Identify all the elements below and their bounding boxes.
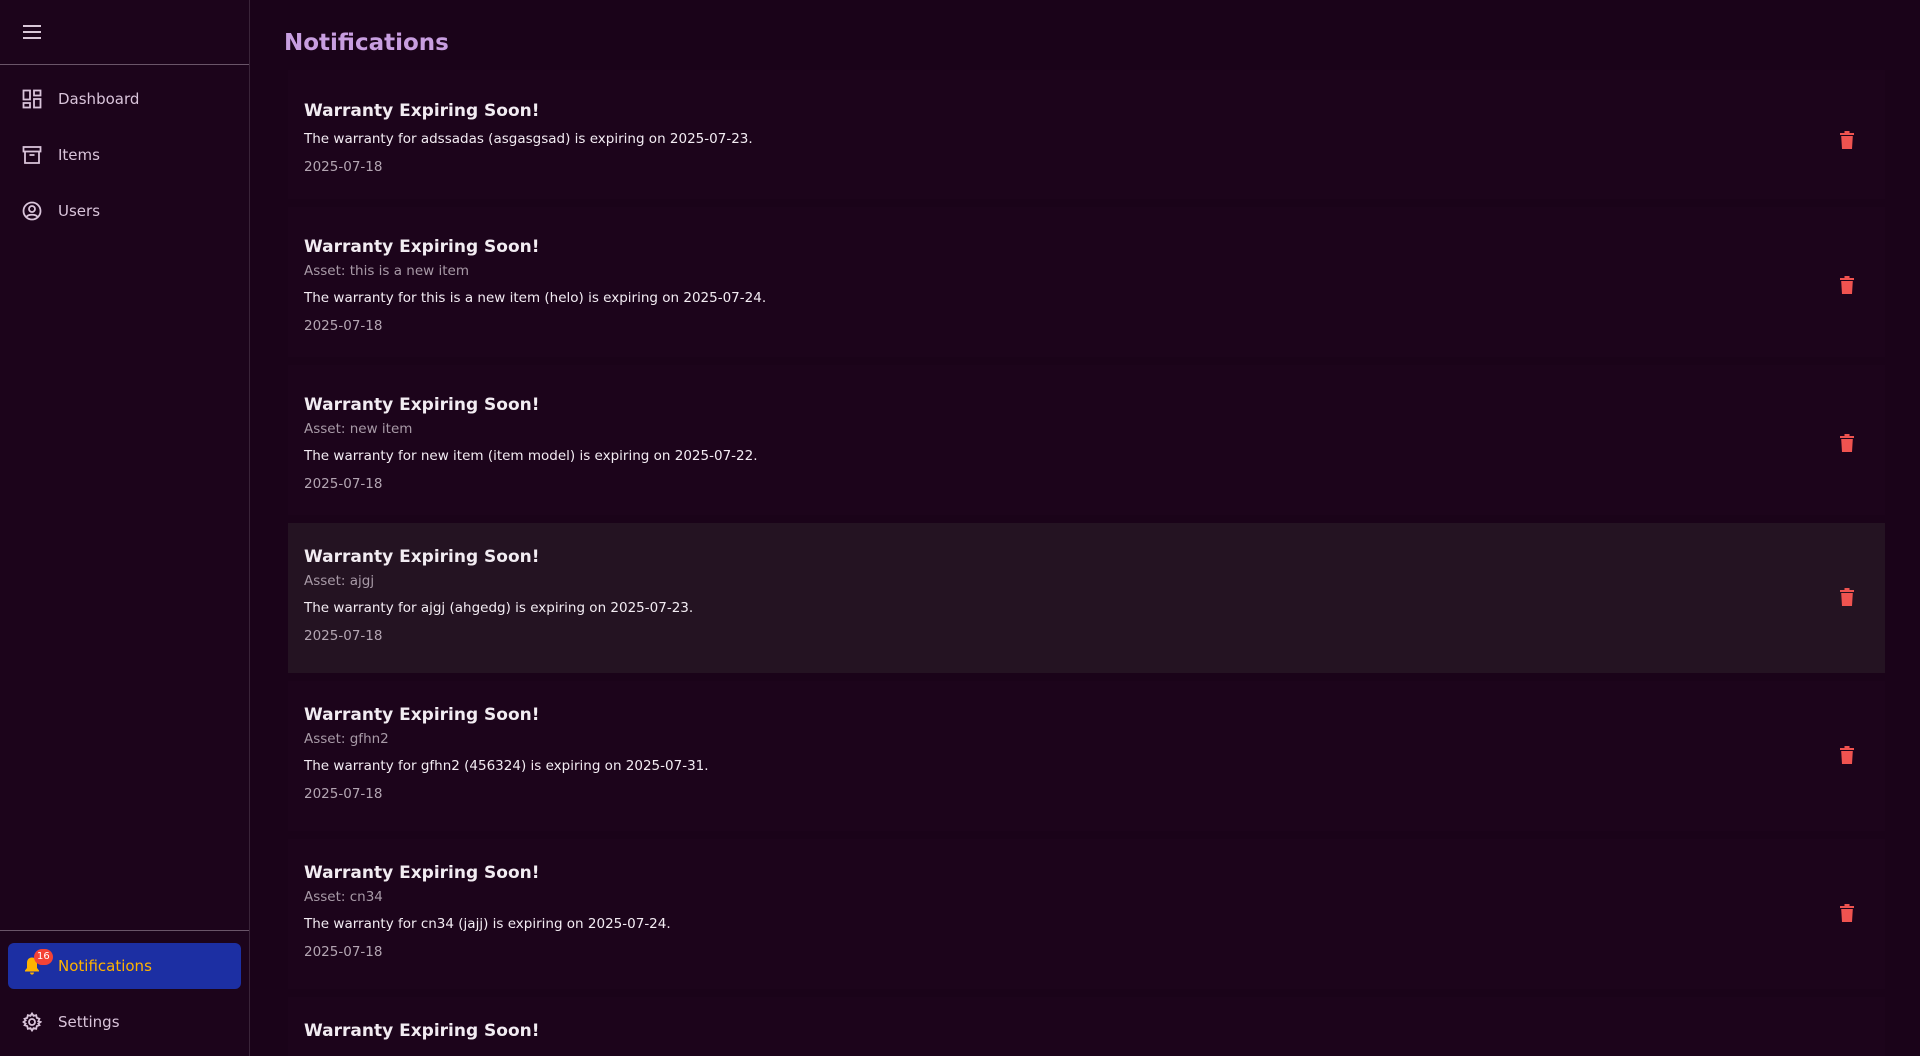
- sidebar-item-settings[interactable]: Settings: [8, 999, 241, 1045]
- delete-icon[interactable]: [1836, 743, 1858, 767]
- delete-icon[interactable]: [1836, 273, 1858, 297]
- notification-title: Warranty Expiring Soon!: [304, 1021, 540, 1041]
- notification-date: 2025-07-18: [304, 318, 383, 334]
- gear-icon: [21, 1011, 43, 1033]
- notification-message: The warranty for gfhn2 (456324) is expir…: [304, 758, 709, 774]
- notification-message: The warranty for ajgj (ahgedg) is expiri…: [304, 600, 694, 616]
- notification-message: The warranty for cn34 (jajj) is expiring…: [304, 916, 671, 932]
- notification-card: Warranty Expiring Soon! Asset: cn34 The …: [288, 839, 1885, 989]
- delete-icon[interactable]: [1836, 128, 1858, 152]
- notification-date: 2025-07-18: [304, 628, 383, 644]
- notification-card: Warranty Expiring Soon! Asset: this is a…: [288, 207, 1885, 357]
- delete-icon[interactable]: [1836, 431, 1858, 455]
- delete-icon[interactable]: [1836, 585, 1858, 609]
- delete-icon[interactable]: [1836, 901, 1858, 925]
- menu-toggle-icon[interactable]: [18, 19, 46, 45]
- notification-title: Warranty Expiring Soon!: [304, 395, 540, 415]
- notification-card: Warranty Expiring Soon! Asset: new item …: [288, 365, 1885, 515]
- notification-asset: Asset: gfhn2: [304, 731, 389, 747]
- sidebar-item-label: Notifications: [58, 957, 152, 975]
- notification-card: Warranty Expiring Soon! Asset: ajgj The …: [288, 523, 1885, 673]
- notification-list: Warranty Expiring Soon! The warranty for…: [288, 70, 1885, 1056]
- notification-message: The warranty for this is a new item (hel…: [304, 290, 767, 306]
- sidebar-item-label: Items: [58, 146, 100, 164]
- notification-asset: Asset: this is a new item: [304, 263, 469, 279]
- sidebar-item-label: Settings: [58, 1013, 120, 1031]
- archive-icon: [21, 144, 43, 166]
- sidebar-divider: [0, 64, 249, 65]
- notification-date: 2025-07-18: [304, 476, 383, 492]
- notification-title: Warranty Expiring Soon!: [304, 101, 540, 121]
- dashboard-icon: [21, 88, 43, 110]
- page-title: Notifications: [284, 30, 449, 56]
- notification-date: 2025-07-18: [304, 786, 383, 802]
- notification-card: Warranty Expiring Soon! Asset: gfhn2 The…: [288, 681, 1885, 831]
- notification-message: The warranty for new item (item model) i…: [304, 448, 758, 464]
- sidebar-item-label: Users: [58, 202, 101, 220]
- notification-asset: Asset: ajgj: [304, 573, 375, 589]
- notification-asset: Asset: cn34: [304, 889, 383, 905]
- sidebar-item-dashboard[interactable]: Dashboard: [8, 76, 241, 122]
- notification-title: Warranty Expiring Soon!: [304, 237, 540, 257]
- sidebar-item-users[interactable]: Users: [8, 188, 241, 234]
- notification-asset: Asset: new item: [304, 421, 413, 437]
- notification-title: Warranty Expiring Soon!: [304, 547, 540, 567]
- notification-title: Warranty Expiring Soon!: [304, 863, 540, 883]
- notification-date: 2025-07-18: [304, 944, 383, 960]
- notification-date: 2025-07-18: [304, 159, 383, 175]
- app-root: Dashboard Items Users Notifications 16 S…: [0, 0, 1920, 1056]
- main-content: Notifications Warranty Expiring Soon! Th…: [251, 0, 1920, 1056]
- sidebar: Dashboard Items Users Notifications 16 S…: [0, 0, 250, 1056]
- notification-card: Warranty Expiring Soon!: [288, 997, 1885, 1056]
- sidebar-item-label: Dashboard: [58, 90, 140, 108]
- notification-message: The warranty for adssadas (asgasgsad) is…: [304, 131, 753, 147]
- sidebar-item-items[interactable]: Items: [8, 132, 241, 178]
- notification-count-badge: 16: [34, 949, 53, 965]
- user-circle-icon: [21, 200, 43, 222]
- notification-card: Warranty Expiring Soon! The warranty for…: [288, 70, 1885, 199]
- sidebar-divider: [0, 930, 249, 931]
- notification-title: Warranty Expiring Soon!: [304, 705, 540, 725]
